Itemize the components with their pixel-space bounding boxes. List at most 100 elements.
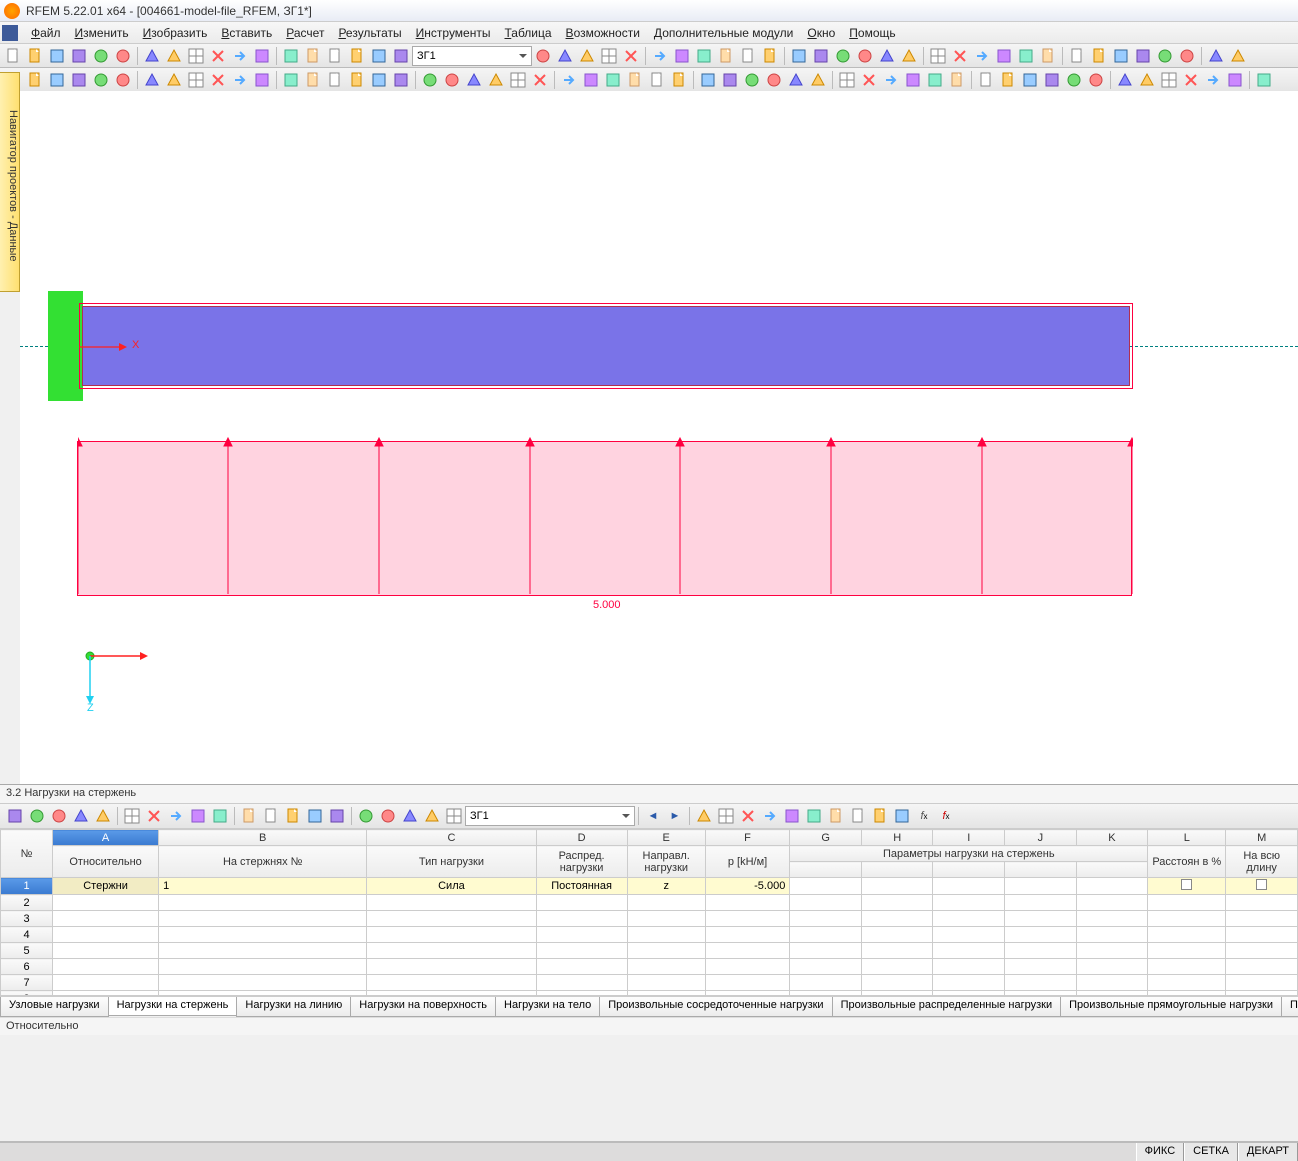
cell-4-A[interactable] xyxy=(53,927,159,943)
tb1-btn-41[interactable] xyxy=(1038,46,1058,66)
tb1-btn-35[interactable] xyxy=(899,46,919,66)
row-hdr-7[interactable]: 7 xyxy=(1,975,53,991)
tb1-btn-2[interactable] xyxy=(47,46,67,66)
tbt-btn-1[interactable] xyxy=(27,806,47,826)
cell-5-L[interactable] xyxy=(1148,943,1226,959)
tb2-btn-6[interactable] xyxy=(142,70,162,90)
table-toolbar-combo[interactable]: ЗГ1 xyxy=(465,806,635,826)
status-coord[interactable]: ДЕКАРТ xyxy=(1238,1143,1298,1161)
tbt-btn-16[interactable] xyxy=(378,806,398,826)
tb1-btn-11[interactable] xyxy=(252,46,272,66)
cell-5-G[interactable] xyxy=(790,943,862,959)
tb2-btn-14[interactable] xyxy=(325,70,345,90)
tbt-btn-5[interactable] xyxy=(122,806,142,826)
cell-5-D[interactable] xyxy=(536,943,627,959)
tbt-btn-7[interactable] xyxy=(166,806,186,826)
tb1-combo[interactable]: ЗГ1 xyxy=(412,46,532,66)
tb2-btn-24[interactable] xyxy=(559,70,579,90)
row-hdr-4[interactable]: 4 xyxy=(1,927,53,943)
tbt-nav-0[interactable]: ◄ xyxy=(643,806,663,826)
tb1-btn-32[interactable] xyxy=(833,46,853,66)
tb2-btn-11[interactable] xyxy=(252,70,272,90)
cell-1-E[interactable]: z xyxy=(627,878,705,895)
col-letter-F[interactable]: F xyxy=(705,830,790,846)
cell-5-B[interactable] xyxy=(159,943,367,959)
tb1-btn-5[interactable] xyxy=(113,46,133,66)
tb1-btn-39[interactable] xyxy=(994,46,1014,66)
tb1-btn-15[interactable] xyxy=(347,46,367,66)
hdr-D[interactable]: Распред. нагрузки xyxy=(536,846,627,878)
cell-5-C[interactable] xyxy=(367,943,536,959)
tbt-btn-14[interactable] xyxy=(327,806,347,826)
cell-3-K[interactable] xyxy=(1076,911,1148,927)
tb2-btn-45[interactable] xyxy=(1042,70,1062,90)
tb2-btn-52[interactable] xyxy=(1203,70,1223,90)
tb2-btn-5[interactable] xyxy=(113,70,133,90)
row-hdr-3[interactable]: 3 xyxy=(1,911,53,927)
menu-11[interactable]: Помощь xyxy=(842,24,902,42)
tb2-btn-4[interactable] xyxy=(91,70,111,90)
cell-4-C[interactable] xyxy=(367,927,536,943)
tb1-btn-29[interactable] xyxy=(760,46,780,66)
cell-6-A[interactable] xyxy=(53,959,159,975)
tb2-btn-48[interactable] xyxy=(1115,70,1135,90)
cell-2-E[interactable] xyxy=(627,895,705,911)
bottom-tab-8[interactable]: Прои xyxy=(1281,997,1298,1017)
tb2-btn-49[interactable] xyxy=(1137,70,1157,90)
tbt-btn2-3[interactable] xyxy=(760,806,780,826)
tbt-btn2-5[interactable] xyxy=(804,806,824,826)
tb2-btn-34[interactable] xyxy=(786,70,806,90)
tbt-btn-4[interactable] xyxy=(93,806,113,826)
col-letter-K[interactable]: K xyxy=(1076,830,1148,846)
bottom-tab-4[interactable]: Нагрузки на тело xyxy=(495,997,600,1017)
tb2-btn-27[interactable] xyxy=(625,70,645,90)
cell-2-B[interactable] xyxy=(159,895,367,911)
tb2-btn-31[interactable] xyxy=(720,70,740,90)
tbt-btn2-8[interactable] xyxy=(870,806,890,826)
tb1-btn-27[interactable] xyxy=(716,46,736,66)
cell-7-M[interactable] xyxy=(1226,975,1298,991)
cell-4-I[interactable] xyxy=(933,927,1005,943)
tb2-btn-38[interactable] xyxy=(881,70,901,90)
tb2-btn-36[interactable] xyxy=(837,70,857,90)
tb1-btn-45[interactable] xyxy=(1133,46,1153,66)
col-letter-M[interactable]: M xyxy=(1226,830,1298,846)
cell-6-K[interactable] xyxy=(1076,959,1148,975)
tb1-btn-4[interactable] xyxy=(91,46,111,66)
menu-9[interactable]: Дополнительные модули xyxy=(647,24,800,42)
cell-6-H[interactable] xyxy=(861,959,933,975)
cell-1-K[interactable] xyxy=(1076,878,1148,895)
tb1-btn-12[interactable] xyxy=(281,46,301,66)
cell-2-F[interactable] xyxy=(705,895,790,911)
cell-7-G[interactable] xyxy=(790,975,862,991)
tb1-btn-42[interactable] xyxy=(1067,46,1087,66)
cell-1-L[interactable] xyxy=(1148,878,1226,895)
cell-1-I[interactable] xyxy=(933,878,1005,895)
cell-4-L[interactable] xyxy=(1148,927,1226,943)
tb2-btn-16[interactable] xyxy=(369,70,389,90)
project-navigator-tab[interactable]: Навигатор проектов - Данные xyxy=(0,72,20,292)
col-letter-C[interactable]: C xyxy=(367,830,536,846)
cell-7-A[interactable] xyxy=(53,975,159,991)
tbt-btn2-4[interactable] xyxy=(782,806,802,826)
tb1-btn-9[interactable] xyxy=(208,46,228,66)
cell-1-B[interactable]: 1 xyxy=(159,878,367,895)
cell-5-H[interactable] xyxy=(861,943,933,959)
tb2-btn-32[interactable] xyxy=(742,70,762,90)
cell-1-J[interactable] xyxy=(1005,878,1077,895)
cell-7-C[interactable] xyxy=(367,975,536,991)
cell-2-L[interactable] xyxy=(1148,895,1226,911)
tbt-btn-11[interactable] xyxy=(261,806,281,826)
tbt-btn2-2[interactable] xyxy=(738,806,758,826)
tb2-btn-54[interactable] xyxy=(1254,70,1274,90)
bottom-tab-5[interactable]: Произвольные сосредоточенные нагрузки xyxy=(599,997,832,1017)
tb2-btn-50[interactable] xyxy=(1159,70,1179,90)
model-viewport[interactable]: X 5.000 X Z xyxy=(20,91,1298,784)
tb1-btn-7[interactable] xyxy=(164,46,184,66)
cell-4-D[interactable] xyxy=(536,927,627,943)
tb2-btn-19[interactable] xyxy=(442,70,462,90)
window-system-icon[interactable] xyxy=(2,25,18,41)
tb2-btn-53[interactable] xyxy=(1225,70,1245,90)
tb2-btn-29[interactable] xyxy=(669,70,689,90)
cell-3-F[interactable] xyxy=(705,911,790,927)
